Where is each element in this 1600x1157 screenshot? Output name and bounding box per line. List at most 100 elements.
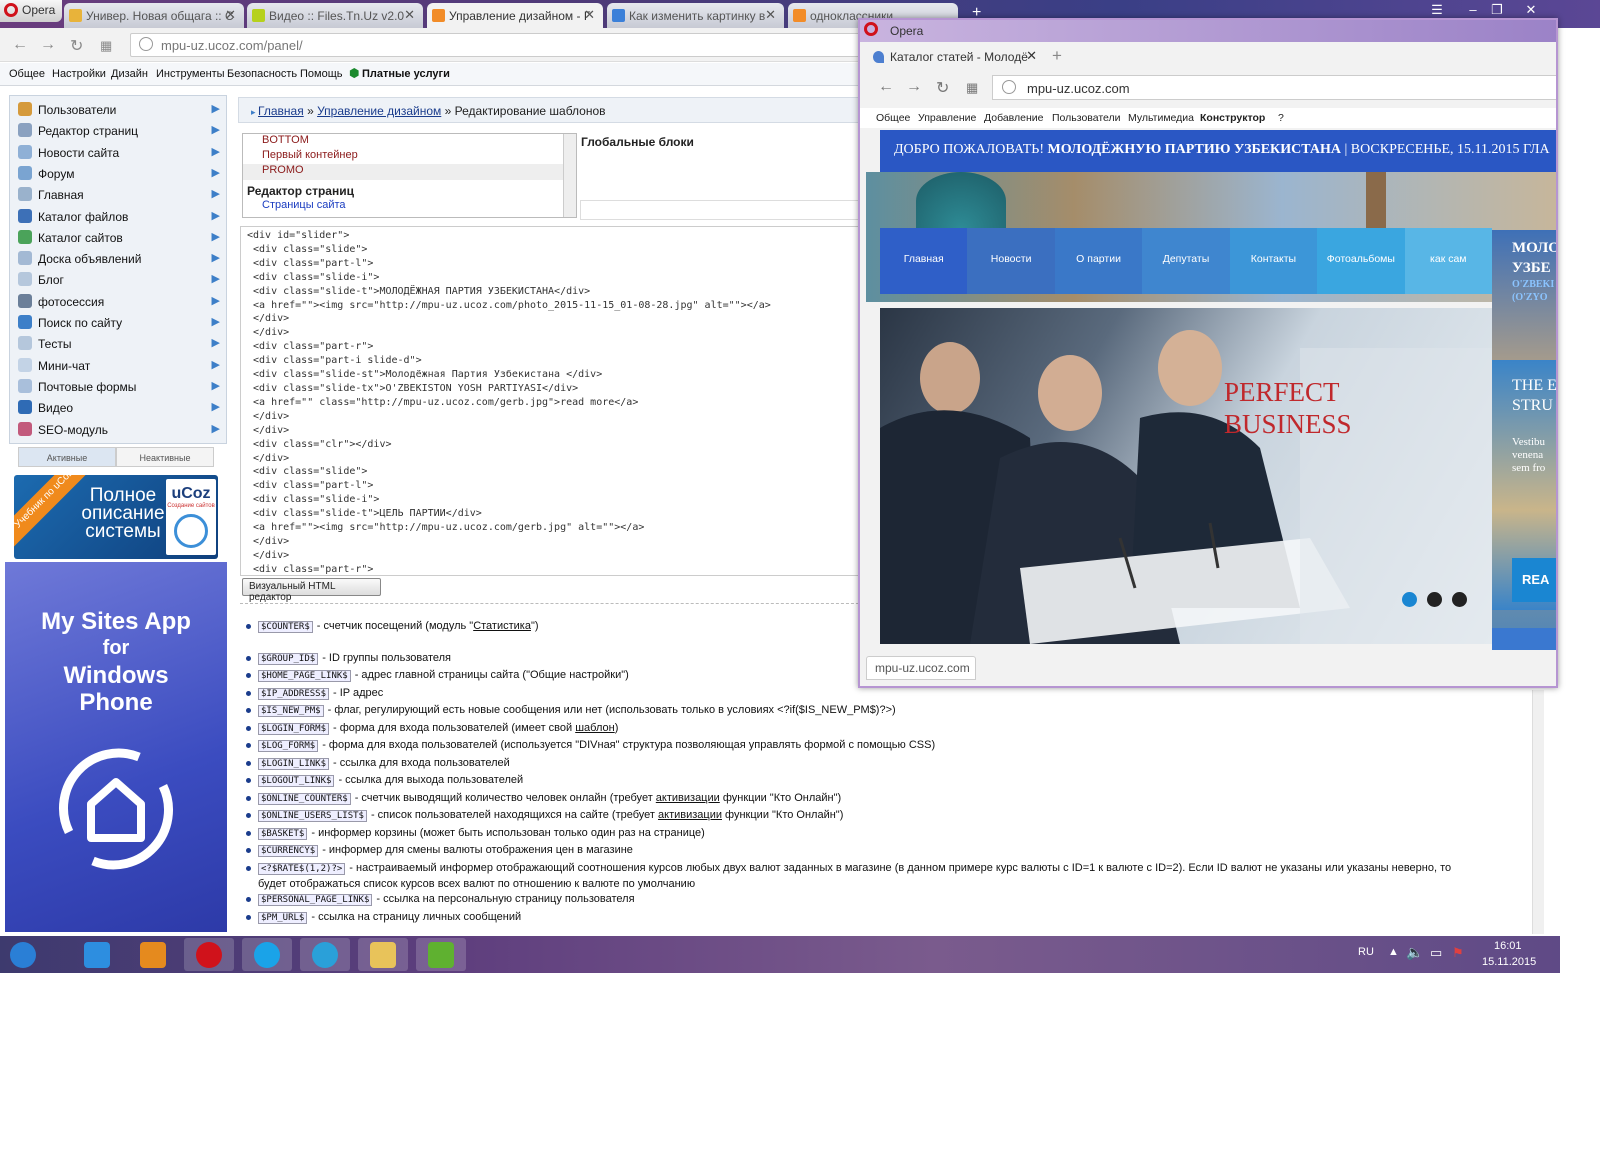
global-blocks-field[interactable]	[580, 200, 860, 220]
close-tab-icon[interactable]: ✕	[225, 7, 236, 23]
ucoz-manual-banner[interactable]: Учебник по uCoz Полное описание системы …	[14, 475, 218, 559]
site-nav-item[interactable]: О партии	[1054, 228, 1143, 294]
variable-tag[interactable]: $COUNTER$	[258, 621, 313, 633]
close-tab-icon[interactable]: ✕	[1026, 48, 1037, 64]
site-nav-item[interactable]: Депутаты	[1142, 228, 1230, 294]
variable-link[interactable]: активизации	[658, 809, 722, 821]
close-tab-icon[interactable]: ✕	[765, 7, 776, 23]
sidebar-item-4[interactable]: Главная ▶	[10, 184, 226, 205]
variable-tag[interactable]: $LOG_FORM$	[258, 740, 319, 752]
site-nav-item[interactable]: Контакты	[1229, 228, 1318, 294]
close-tab-icon[interactable]: ✕	[584, 7, 595, 23]
sidebar-item-13[interactable]: Почтовые формы ▶	[10, 376, 226, 397]
admin-bar-help[interactable]: ?	[1278, 112, 1284, 124]
sidebar-item-10[interactable]: Поиск по сайту ▶	[10, 312, 226, 333]
forward-icon[interactable]: →	[40, 36, 56, 54]
site-nav-item[interactable]: Главная	[880, 228, 968, 294]
sidebar-item-11[interactable]: Тесты ▶	[10, 333, 226, 354]
template-item[interactable]: PROMO	[243, 164, 563, 180]
skype-icon[interactable]	[242, 938, 292, 971]
admin-bar-constructor[interactable]: Конструктор	[1200, 112, 1265, 124]
network-icon[interactable]: ▭	[1430, 945, 1442, 961]
tab-2[interactable]: Управление дизайном - Г ✕	[427, 3, 603, 28]
template-list-scrollbar[interactable]	[563, 134, 576, 217]
slider-dot[interactable]	[1427, 592, 1442, 607]
menu-paid-services[interactable]: Платные услуги	[362, 68, 450, 80]
read-more-button[interactable]: REA	[1512, 558, 1556, 602]
admin-bar-users[interactable]: Пользователи	[1052, 112, 1121, 124]
start-orb-icon[interactable]	[4, 938, 44, 971]
sidebar-item-1[interactable]: Редактор страниц ▶	[10, 120, 226, 141]
page-scrollbar[interactable]	[1532, 690, 1544, 934]
template-item[interactable]: Первый контейнер	[262, 149, 358, 161]
sidebar-item-9[interactable]: фотосессия ▶	[10, 291, 226, 312]
variable-tag[interactable]: $LOGOUT_LINK$	[258, 775, 335, 787]
visual-html-editor-button[interactable]: Визуальный HTML редактор	[242, 578, 381, 603]
sidebar-item-0[interactable]: Пользователи ▶	[10, 99, 226, 120]
speed-dial-icon[interactable]: ▦	[966, 80, 978, 96]
clock-date[interactable]: 15.11.2015	[1482, 956, 1536, 968]
media-player-icon[interactable]	[128, 938, 178, 971]
template-item[interactable]: BOTTOM	[262, 134, 309, 146]
variable-tag[interactable]: $PERSONAL_PAGE_LINK$	[258, 894, 373, 906]
template-code-editor[interactable]: <div id="slider"> <div class="slide"> <d…	[240, 226, 862, 576]
variable-tag[interactable]: $ONLINE_COUNTER$	[258, 793, 351, 805]
preview-opera-label[interactable]: Opera	[890, 24, 923, 38]
speed-dial-icon[interactable]: ▦	[100, 38, 112, 54]
template-item[interactable]: Страницы сайта	[262, 199, 346, 211]
sidebar-item-5[interactable]: Каталог файлов ▶	[10, 206, 226, 227]
slider-dot-active[interactable]	[1402, 592, 1417, 607]
menu-tools[interactable]: Инструменты	[156, 68, 225, 80]
variable-link[interactable]: шаблон	[575, 722, 614, 734]
site-nav-item[interactable]: как сам	[1404, 228, 1492, 294]
preview-new-tab-button[interactable]: +	[1052, 46, 1062, 66]
back-icon[interactable]: ←	[12, 36, 28, 54]
menu-security[interactable]: Безопасность	[227, 68, 297, 80]
reload-icon[interactable]: ↻	[936, 78, 949, 98]
menu-help[interactable]: Помощь	[300, 68, 343, 80]
variable-tag[interactable]: $BASKET$	[258, 828, 308, 840]
variable-tag[interactable]: $CURRENCY$	[258, 845, 319, 857]
variable-tag[interactable]: <?$RATE$(1,2)?>	[258, 863, 346, 875]
site-info-icon[interactable]	[139, 37, 153, 51]
show-hidden-icons[interactable]: ▲	[1388, 946, 1399, 958]
bluestacks-icon[interactable]	[416, 938, 466, 971]
close-tab-icon[interactable]: ✕	[404, 7, 415, 23]
site-nav-item[interactable]: Новости	[967, 228, 1055, 294]
variable-tag[interactable]: $HOME_PAGE_LINK$	[258, 670, 351, 682]
breadcrumb-design[interactable]: Управление дизайном	[317, 104, 441, 118]
reload-icon[interactable]: ↻	[70, 36, 83, 56]
tab-3[interactable]: Как изменить картинку в ✕	[607, 3, 784, 28]
slider-dot[interactable]	[1452, 592, 1467, 607]
clock-time[interactable]: 16:01	[1494, 940, 1522, 952]
ie-icon[interactable]	[72, 938, 122, 971]
sidebar-item-3[interactable]: Форум ▶	[10, 163, 226, 184]
preview-tab[interactable]: Каталог статей - Молодё ✕	[868, 44, 1043, 70]
variable-link[interactable]: активизации	[656, 792, 720, 804]
tab-inactive-modules[interactable]: Неактивные	[116, 447, 214, 467]
menu-settings[interactable]: Настройки	[52, 68, 106, 80]
volume-icon[interactable]: 🔈	[1406, 944, 1423, 961]
menu-general[interactable]: Общее	[9, 68, 45, 80]
admin-bar-manage[interactable]: Управление	[918, 112, 976, 124]
sidebar-item-12[interactable]: Мини-чат ▶	[10, 355, 226, 376]
site-info-icon[interactable]	[1002, 80, 1016, 94]
tab-0[interactable]: Универ. Новая общага :: С ✕	[64, 3, 244, 28]
variable-link[interactable]: Статистика	[473, 620, 531, 632]
sidebar-item-6[interactable]: Каталог сайтов ▶	[10, 227, 226, 248]
variable-tag[interactable]: $IP_ADDRESS$	[258, 688, 330, 700]
sidebar-item-8[interactable]: Блог ▶	[10, 269, 226, 290]
variable-tag[interactable]: $ONLINE_USERS_LIST$	[258, 810, 367, 822]
variable-tag[interactable]: $LOGIN_FORM$	[258, 723, 330, 735]
sidebar-item-15[interactable]: SEO-модуль ▶	[10, 419, 226, 440]
telegram-icon[interactable]	[300, 938, 350, 971]
back-icon[interactable]: ←	[878, 78, 894, 96]
language-indicator[interactable]: RU	[1358, 946, 1374, 958]
forward-icon[interactable]: →	[906, 78, 922, 96]
site-nav-item[interactable]: Фотоальбомы	[1317, 228, 1405, 294]
admin-bar-add[interactable]: Добавление	[984, 112, 1044, 124]
admin-bar-multimedia[interactable]: Мультимедиа	[1128, 112, 1194, 124]
tab-1[interactable]: Видео :: Files.Tn.Uz v2.0 ✕	[247, 3, 423, 28]
sidebar-item-14[interactable]: Видео ▶	[10, 397, 226, 418]
admin-bar-general[interactable]: Общее	[876, 112, 910, 124]
